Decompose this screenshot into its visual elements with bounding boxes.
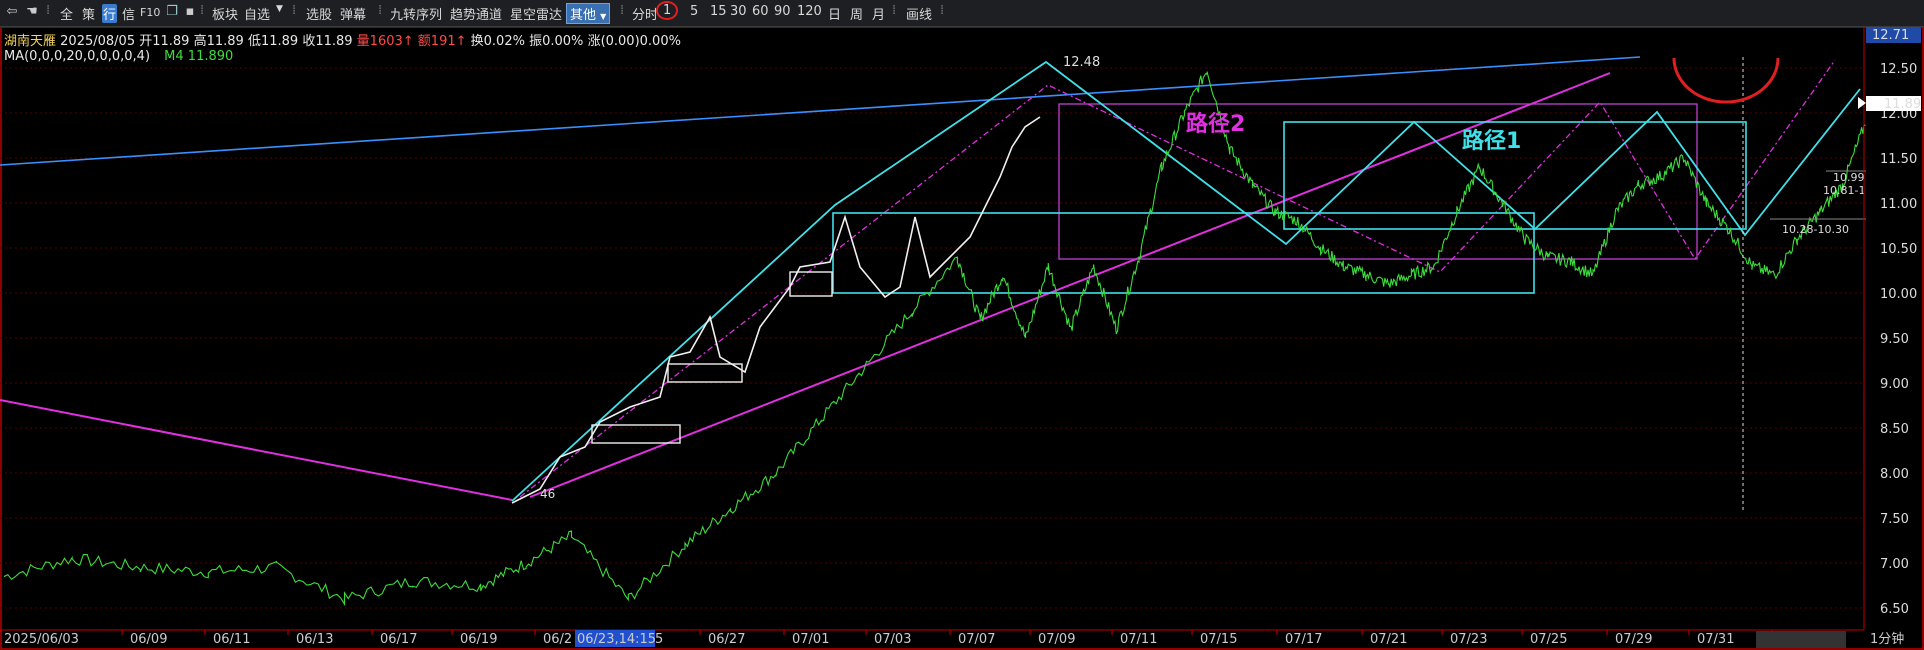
label-10-99: 10.99 xyxy=(1833,171,1865,184)
date-tick-label: 07/07 xyxy=(958,632,995,647)
period-5min[interactable]: 5 xyxy=(690,4,698,19)
toolbar-divider: ⁞ xyxy=(940,3,945,18)
price-tick-label: 7.00 xyxy=(1880,557,1909,572)
crosshair-date-label: 06/23,14:15 xyxy=(577,632,656,647)
back-icon[interactable]: ⇦ xyxy=(4,4,20,20)
toolbar-divider: ⁞ xyxy=(620,3,625,18)
price-tick-label: 10.50 xyxy=(1880,242,1917,257)
path1-label: 路径1 xyxy=(1462,128,1521,154)
date-tick-label: 06/19 xyxy=(460,632,497,647)
top-toolbar: ⇦ ☚ ⁞ 全 策 行 信 F10 ❐ ▪ ⁞ 板块 自选 ▼ ⁞ 选股 弹幕 … xyxy=(0,0,1924,27)
toolbar-quote[interactable]: 行 xyxy=(102,4,118,23)
toolbar-divider: ⁞ xyxy=(892,3,897,18)
toolbar-danmaku[interactable]: 弹幕 xyxy=(340,4,366,23)
date-tick-label: 06/27 xyxy=(708,632,745,647)
toolbar-drawing[interactable]: 画线 xyxy=(906,4,932,23)
date-tick-label: 07/17 xyxy=(1285,632,1322,647)
date-tick-label: 06/09 xyxy=(130,632,167,647)
date-tick-label: 07/11 xyxy=(1120,632,1157,647)
price-tick-label: 11.00 xyxy=(1880,197,1917,212)
date-tick-label: 06/2 xyxy=(543,632,572,647)
toolbar-intraday[interactable]: 分时 xyxy=(632,4,658,23)
period-week[interactable]: 周 xyxy=(850,4,863,23)
watchlist-dropdown-icon[interactable]: ▼ xyxy=(276,4,283,14)
toolbar-info[interactable]: 信 xyxy=(122,4,135,23)
red-circle-mark xyxy=(1672,57,1780,104)
toolbar-nine-sequence[interactable]: 九转序列 xyxy=(390,4,442,23)
path2-label: 路径2 xyxy=(1186,111,1245,137)
date-tick-label: 07/25 xyxy=(1530,632,1567,647)
toolbar-divider: ⁞ xyxy=(378,3,383,18)
toolbar-trend-channel[interactable]: 趋势通道 xyxy=(450,4,502,23)
price-tick-label: 10.00 xyxy=(1880,287,1917,302)
toolbar-sector[interactable]: 板块 xyxy=(212,4,238,23)
date-tick-label: 07/21 xyxy=(1370,632,1407,647)
period-60min[interactable]: 60 xyxy=(752,4,769,19)
price-axis: 12.5012.0011.5011.0010.5010.009.509.008.… xyxy=(1863,27,1917,630)
small-box-icon[interactable]: ▪ xyxy=(182,4,198,20)
period-1min[interactable]: 1 xyxy=(656,1,679,20)
price-tick-label: 9.50 xyxy=(1880,332,1909,347)
date-tick-label: 07/29 xyxy=(1615,632,1652,647)
toolbar-all[interactable]: 全 xyxy=(60,4,73,23)
price-tick-label: 8.50 xyxy=(1880,422,1909,437)
price-tick-label: 6.50 xyxy=(1880,602,1909,617)
path2-box xyxy=(1058,103,1698,260)
toolbar-f10[interactable]: F10 xyxy=(140,6,160,19)
period-day[interactable]: 日 xyxy=(828,4,841,23)
date-tick-label: 06/13 xyxy=(296,632,333,647)
date-tick-label: 07/09 xyxy=(1038,632,1075,647)
blue-trendline xyxy=(0,56,1641,166)
toolbar-other-dropdown[interactable]: 其他 ▼ xyxy=(566,3,611,24)
hand-icon[interactable]: ☚ xyxy=(24,4,40,20)
toolbar-watchlist[interactable]: 自选 xyxy=(244,4,270,23)
price-tick-label: 7.50 xyxy=(1880,512,1909,527)
price-tick-label: 12.50 xyxy=(1880,62,1917,77)
toolbar-star-radar[interactable]: 星空雷达 xyxy=(510,4,562,23)
period-15min[interactable]: 15 xyxy=(710,4,727,19)
date-tick-label: 07/31 xyxy=(1697,632,1734,647)
crosshair-date-suffix: 5 xyxy=(655,632,663,647)
period-label: 1分钟 xyxy=(1870,631,1904,647)
high-label: 12.48 xyxy=(1063,55,1100,70)
date-tick-label: 06/11 xyxy=(213,632,250,647)
label-10-28: 10.28-10.30 xyxy=(1782,223,1849,236)
price-tick-label: 11.50 xyxy=(1880,152,1917,167)
toolbar-strategy[interactable]: 策 xyxy=(82,4,95,23)
date-tick-label: 07/01 xyxy=(792,632,829,647)
other-label: 其他 xyxy=(570,8,597,23)
period-month[interactable]: 月 xyxy=(872,4,885,23)
white-price-path xyxy=(511,116,1041,504)
current-price-label: 11.89 xyxy=(1884,97,1921,112)
date-tick-label: 07/15 xyxy=(1200,632,1237,647)
date-axis: 2025/06/03 06/09 06/11 06/13 06/17 06/19 06/2 0… xyxy=(4,630,1817,647)
period-30min[interactable]: 30 xyxy=(730,4,747,19)
price-chart[interactable]: 12.48 46 路径2 路径1 10.99 10.81-1 10.28-10.… xyxy=(0,27,1924,650)
period-120min[interactable]: 120 xyxy=(797,4,822,19)
last-date-badge xyxy=(1756,631,1846,648)
white-price-segments xyxy=(511,116,1041,504)
toolbar-divider: ⁞ xyxy=(200,3,205,18)
price-tick-label: 9.00 xyxy=(1880,377,1909,392)
dropdown-arrow-icon: ▼ xyxy=(600,12,607,21)
magenta-downtrend-line xyxy=(0,399,513,501)
path2-projection xyxy=(519,59,1836,498)
top-price-label: 12.71 xyxy=(1872,28,1909,43)
toolbar-divider: ⁞ xyxy=(46,3,51,18)
magenta-uptrend-line xyxy=(529,72,1611,498)
low-label: 46 xyxy=(540,487,555,501)
period-90min[interactable]: 90 xyxy=(774,4,791,19)
date-tick-label: 07/03 xyxy=(874,632,911,647)
price-tick-label: 8.00 xyxy=(1880,467,1909,482)
date-tick-label: 07/23 xyxy=(1450,632,1487,647)
label-10-81: 10.81-1 xyxy=(1823,184,1865,197)
toolbar-stock-pick[interactable]: 选股 xyxy=(306,4,332,23)
grid-lines xyxy=(0,67,1864,609)
toolbar-divider: ⁞ xyxy=(292,3,297,18)
windows-icon[interactable]: ❐ xyxy=(164,4,180,20)
date-tick-label: 2025/06/03 xyxy=(4,632,79,647)
date-tick-label: 06/17 xyxy=(380,632,417,647)
current-price-pointer-icon xyxy=(1858,97,1866,109)
